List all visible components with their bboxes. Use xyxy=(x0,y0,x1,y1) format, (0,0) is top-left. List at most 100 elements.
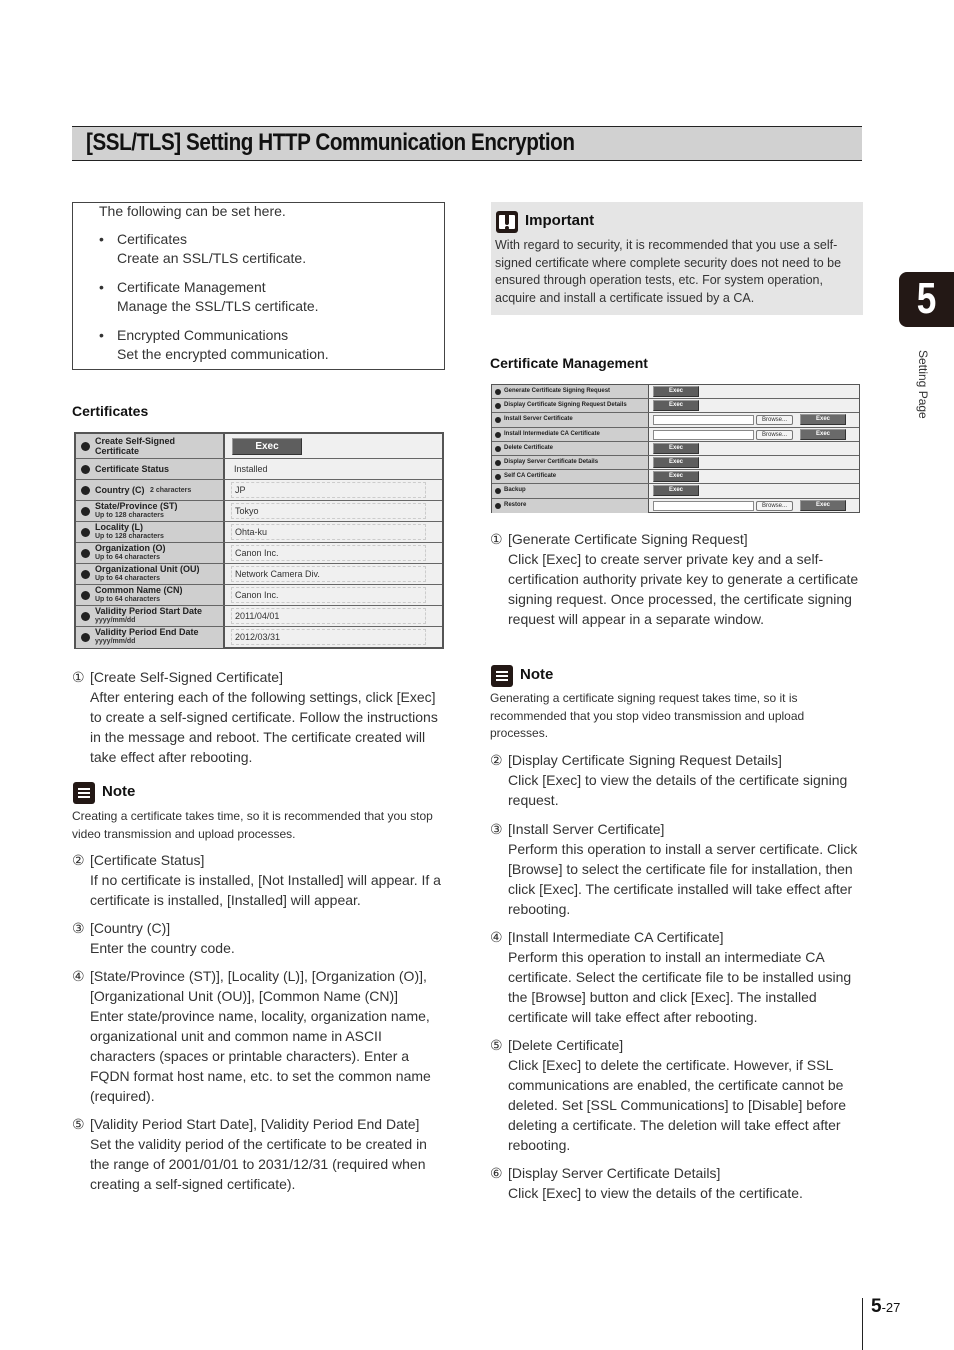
page-number-rule xyxy=(862,1298,863,1350)
exec-button[interactable]: Exec xyxy=(800,499,846,511)
info-icon[interactable] xyxy=(81,612,90,621)
cert-mgmt-row: Restore Browse... Exec xyxy=(492,498,859,513)
mgmt-label: Backup xyxy=(504,487,526,494)
exec-button[interactable]: Exec xyxy=(653,386,699,397)
setting-input[interactable]: Canon Inc. xyxy=(231,587,426,603)
file-path-input[interactable] xyxy=(653,429,754,440)
item-body: Click [Exec] to create server private ke… xyxy=(508,551,859,627)
setting-input[interactable]: Ohta-ku xyxy=(231,524,426,540)
exec-button[interactable]: Exec xyxy=(653,456,699,468)
info-icon[interactable] xyxy=(495,403,501,410)
setting-label-cell: Up to 64 characters Organization (O) xyxy=(76,543,225,563)
bullet-title: Certificates xyxy=(117,231,188,247)
page-title-bar: [SSL/TLS] Setting HTTP Communication Enc… xyxy=(72,126,862,161)
info-icon[interactable] xyxy=(495,474,501,481)
info-icon[interactable] xyxy=(495,459,501,466)
exec-button[interactable]: Exec xyxy=(232,438,302,455)
important-text: With regard to security, it is recommend… xyxy=(495,238,842,305)
item-body: Click [Exec] to view the details of the … xyxy=(508,1185,803,1201)
exec-button[interactable]: Exec xyxy=(653,471,699,483)
browse-button[interactable]: Browse... xyxy=(756,500,793,511)
certificates-heading: Certificates xyxy=(72,403,149,419)
setting-label-cell: Country (C) 2 characters xyxy=(76,480,225,500)
item-number: ③ xyxy=(490,821,503,837)
setting-input[interactable]: Network Camera Div. xyxy=(231,566,426,582)
info-icon[interactable] xyxy=(81,528,90,537)
info-icon[interactable] xyxy=(81,507,90,516)
bullet-desc: Create an SSL/TLS certificate. xyxy=(117,250,307,266)
setting-input[interactable]: 2012/03/31 xyxy=(231,629,426,645)
cert-mgmt-row: Install Intermediate CA Certificate Brows… xyxy=(492,427,859,442)
info-icon[interactable] xyxy=(81,465,90,474)
mgmt-value-cell: Exec xyxy=(649,399,859,412)
setting-label: Validity Period Start Date xyxy=(95,606,203,616)
setting-value-cell: Canon Inc. xyxy=(225,543,442,563)
browse-button[interactable]: Browse... xyxy=(756,415,793,426)
info-icon[interactable] xyxy=(81,486,90,495)
setting-input[interactable]: JP xyxy=(231,482,426,498)
cert-setting-row: Up to 64 characters Organizational Unit (… xyxy=(76,564,442,585)
setting-label-cell: Certificate Status xyxy=(76,459,225,479)
info-icon[interactable] xyxy=(495,445,501,452)
mgmt-label: Restore xyxy=(504,501,527,508)
cert-setting-row: Up to 64 characters Common Name (CN) Canon… xyxy=(76,585,442,606)
setting-value-cell: Installed xyxy=(225,459,442,479)
setting-hint: Up to 64 characters xyxy=(95,596,160,603)
page-index: -27 xyxy=(881,1300,901,1315)
item-body: Click [Exec] to delete the certificate. … xyxy=(508,1057,846,1153)
info-icon[interactable] xyxy=(81,570,90,579)
info-icon[interactable] xyxy=(495,431,501,438)
info-icon[interactable] xyxy=(495,502,501,509)
info-icon[interactable] xyxy=(495,488,501,495)
bullet-icon: • xyxy=(99,231,104,247)
cert-setting-row: yyyy/mm/dd Validity Period Start Date 2011… xyxy=(76,606,442,627)
info-icon[interactable] xyxy=(495,389,501,395)
setting-hint: Up to 64 characters xyxy=(95,575,160,582)
note-icon xyxy=(491,665,513,687)
setting-input[interactable]: Canon Inc. xyxy=(231,545,426,561)
browse-button[interactable]: Browse... xyxy=(756,429,793,440)
setting-value-cell: JP xyxy=(225,480,442,500)
left-item-3: ③ [Country (C)] Enter the country code. xyxy=(72,918,447,958)
cert-setting-row: Certificate Status Installed xyxy=(76,459,442,480)
left-note-text: Creating a certificate takes time, so it… xyxy=(72,809,433,841)
mgmt-value-cell: Exec xyxy=(649,385,859,398)
exec-button[interactable]: Exec xyxy=(653,400,699,412)
setting-input[interactable]: Tokyo xyxy=(231,503,426,519)
exec-button[interactable]: Exec xyxy=(653,442,699,454)
exec-button[interactable]: Exec xyxy=(800,414,846,426)
info-icon[interactable] xyxy=(81,442,90,451)
cert-setting-row: yyyy/mm/dd Validity Period End Date 2012/0… xyxy=(76,627,442,648)
item-title: [Install Intermediate CA Certificate] xyxy=(508,929,724,945)
bullet-desc: Set the encrypted communication. xyxy=(117,346,329,362)
file-path-input[interactable] xyxy=(653,415,754,426)
intro-box: The following can be set here. • Certific… xyxy=(72,202,445,370)
item-title: [Delete Certificate] xyxy=(508,1037,624,1053)
right-item-4: ④ [Install Intermediate CA Certificate] P… xyxy=(490,927,865,1027)
info-icon[interactable] xyxy=(81,549,90,558)
item-body: Click [Exec] to view the details of the … xyxy=(508,772,848,808)
left-item-4: ④ [State/Province (ST)], [Locality (L)], … xyxy=(72,966,447,1106)
info-icon[interactable] xyxy=(81,633,90,642)
cert-mgmt-heading: Certificate Management xyxy=(490,355,648,371)
left-item-5: ⑤ [Validity Period Start Date], [Validity… xyxy=(72,1114,447,1194)
right-note-title: Note xyxy=(520,666,554,683)
cert-mgmt-row: Delete Certificate Exec xyxy=(492,441,859,456)
note-icon xyxy=(73,782,95,804)
info-icon[interactable] xyxy=(81,591,90,600)
exec-button[interactable]: Exec xyxy=(653,485,699,497)
item-number: ① xyxy=(490,531,503,547)
bullet-desc: Manage the SSL/TLS certificate. xyxy=(117,298,319,314)
file-path-input[interactable] xyxy=(653,500,754,511)
item-title: [Generate Certificate Signing Request] xyxy=(508,531,748,547)
setting-input[interactable]: 2011/04/01 xyxy=(231,608,426,624)
exec-button[interactable]: Exec xyxy=(800,428,846,440)
info-icon[interactable] xyxy=(495,417,501,424)
cert-mgmt-row: Install Server Certificate Browse... Exec xyxy=(492,413,859,428)
setting-hint: Up to 64 characters xyxy=(95,554,160,561)
mgmt-label: Delete Certificate xyxy=(504,444,554,451)
mgmt-value-cell: Browse... Exec xyxy=(649,428,859,441)
item-title: [Display Server Certificate Details] xyxy=(508,1165,721,1181)
right-item-3: ③ [Install Server Certificate] Perform th… xyxy=(490,819,865,919)
cert-mgmt-row: Display Server Certificate Details Exec xyxy=(492,455,859,471)
